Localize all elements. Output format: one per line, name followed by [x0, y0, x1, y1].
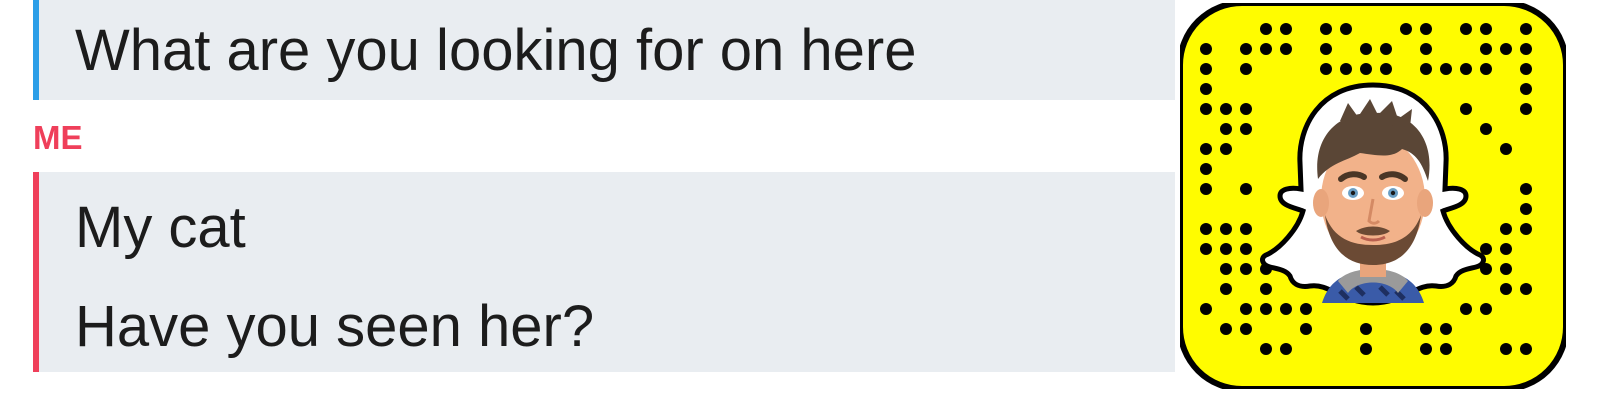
snapcode-dot [1240, 243, 1252, 255]
sender-accent-bar [33, 0, 39, 100]
snapcode-dot [1420, 23, 1432, 35]
snapcode-dot [1280, 303, 1292, 315]
snapcode-dot [1280, 343, 1292, 355]
snapcode-dot [1200, 303, 1212, 315]
snapcode-dot [1440, 63, 1452, 75]
snapcode-dot [1220, 323, 1232, 335]
message-group-them: What are you looking for on here [33, 0, 1175, 100]
snapcode-dot [1460, 63, 1472, 75]
snapcode-dot [1240, 123, 1252, 135]
snapcode-dot [1260, 343, 1272, 355]
snapcode-dot [1300, 303, 1312, 315]
snapcode-dot [1220, 223, 1232, 235]
snapcode-dot [1220, 123, 1232, 135]
snapcode-dot [1200, 63, 1212, 75]
snapcode-dot [1520, 63, 1532, 75]
snapcode-dot [1500, 343, 1512, 355]
snapcode-dot [1360, 63, 1372, 75]
snapcode-dot [1520, 23, 1532, 35]
snapcode-dot [1500, 263, 1512, 275]
message-text[interactable]: My cat [75, 199, 246, 257]
snapcode-dot [1520, 343, 1532, 355]
snapcode-dot [1260, 303, 1272, 315]
snapcode-dot [1500, 243, 1512, 255]
snapcode-dot [1400, 23, 1412, 35]
snapcode-dot [1460, 303, 1472, 315]
snapcode-dot [1440, 343, 1452, 355]
snapcode-dot [1520, 43, 1532, 55]
snapcode-dot [1220, 283, 1232, 295]
snapcode-dot [1360, 343, 1372, 355]
snapcode-dot [1360, 323, 1372, 335]
snapcode-dot [1240, 303, 1252, 315]
snapcode-dot [1360, 43, 1372, 55]
snapcode-dot [1420, 43, 1432, 55]
snapcode-dot [1340, 23, 1352, 35]
snapcode-dot [1200, 43, 1212, 55]
snapcode-dot [1480, 43, 1492, 55]
snapcode-dot [1480, 303, 1492, 315]
snapcode-dot [1460, 23, 1472, 35]
snapcode-dot [1480, 123, 1492, 135]
snapcode-dot [1500, 143, 1512, 155]
sender-accent-bar [33, 172, 39, 372]
snapcode-dot [1200, 243, 1212, 255]
snapcode-dot [1520, 283, 1532, 295]
snapcode-dot [1200, 183, 1212, 195]
snapcode-dot [1200, 103, 1212, 115]
snapcode-dot [1520, 83, 1532, 95]
snapcode-dot [1240, 63, 1252, 75]
snapcode-dot [1380, 63, 1392, 75]
snapcode-dot [1380, 43, 1392, 55]
snapcode-dot [1320, 43, 1332, 55]
snapcode-dot [1220, 103, 1232, 115]
sender-label-me: ME [33, 119, 83, 156]
snapcode-dot [1240, 323, 1252, 335]
snapcode-ghost-icon [1180, 3, 1566, 389]
snapcode-dot [1300, 323, 1312, 335]
snapcode-dot [1460, 103, 1472, 115]
snapcode-dot [1440, 323, 1452, 335]
snapcode-dot [1240, 223, 1252, 235]
snapcode-dot [1340, 63, 1352, 75]
snapcode-dot [1200, 223, 1212, 235]
snapcode-dot [1200, 143, 1212, 155]
snapcode-dot [1480, 23, 1492, 35]
snapcode-dot [1520, 203, 1532, 215]
snapcode-dot [1520, 223, 1532, 235]
snapcode-dot [1260, 283, 1272, 295]
snapcode-dot [1240, 263, 1252, 275]
snapcode-dot [1500, 223, 1512, 235]
snapcode-dot [1320, 23, 1332, 35]
snapcode-dot [1220, 143, 1232, 155]
snapcode-dot [1520, 103, 1532, 115]
snapcode-dot [1260, 43, 1272, 55]
snapcode-dot [1420, 323, 1432, 335]
snapcode[interactable] [1180, 3, 1566, 389]
snapcode-dot [1200, 163, 1212, 175]
snapcode-dot [1200, 83, 1212, 95]
snapcode-dot [1240, 43, 1252, 55]
message-text[interactable]: What are you looking for on here [75, 22, 916, 80]
snapcode-dot [1280, 43, 1292, 55]
snapcode-dot [1320, 63, 1332, 75]
snapcode-dot [1220, 243, 1232, 255]
snapcode-dot [1420, 63, 1432, 75]
snapcode-dot [1280, 23, 1292, 35]
snapcode-dot [1240, 183, 1252, 195]
snapcode-dot [1260, 23, 1272, 35]
snapcode-dot [1420, 343, 1432, 355]
message-text[interactable]: Have you seen her? [75, 298, 594, 356]
snapcode-dot [1480, 63, 1492, 75]
snapcode-dot [1500, 43, 1512, 55]
chat-panel: What are you looking for on here ME My c… [0, 0, 1175, 400]
snapcode-dot [1520, 183, 1532, 195]
message-group-me: My cat Have you seen her? [33, 172, 1175, 372]
snapcode-dot [1500, 283, 1512, 295]
snapcode-dot [1240, 103, 1252, 115]
snapcode-dot [1220, 263, 1232, 275]
